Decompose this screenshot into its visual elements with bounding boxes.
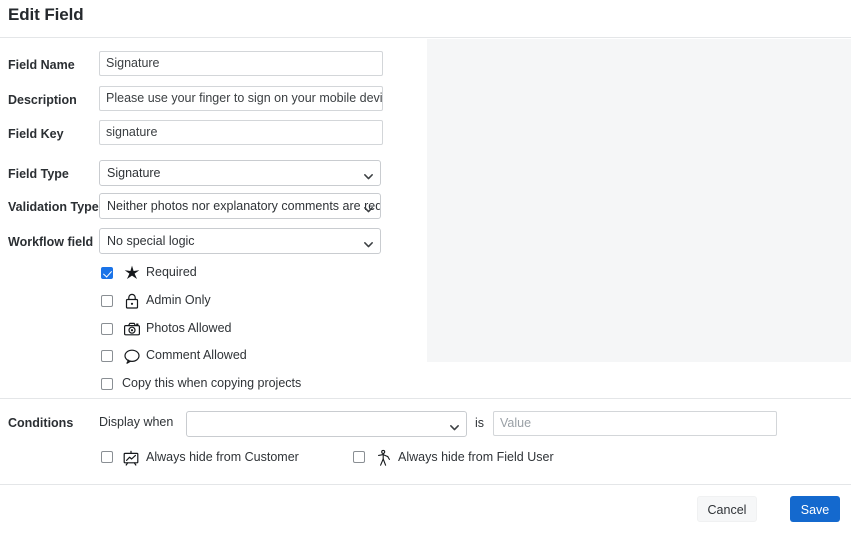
description-input[interactable]: Please use your finger to sign on your m… <box>99 86 383 111</box>
field-key-input[interactable]: signature <box>99 120 383 145</box>
comment-icon <box>122 346 142 366</box>
presentation-chart-icon <box>121 448 141 468</box>
label-field-type: Field Type <box>8 167 69 181</box>
page-title: Edit Field <box>8 5 84 24</box>
condition-is-label: is <box>475 416 485 430</box>
workflow-field-select[interactable]: No special logic <box>99 228 381 254</box>
worker-icon <box>373 448 393 468</box>
required-checkbox[interactable] <box>101 267 113 279</box>
hide-from-customer-label: Always hide from Customer <box>146 450 299 464</box>
checkbox-row-photos-allowed[interactable]: Photos Allowed <box>0 318 427 345</box>
admin-only-label: Admin Only <box>146 293 211 307</box>
camera-icon <box>122 319 142 339</box>
conditions-section: Conditions Display when is Value Always … <box>0 399 851 484</box>
admin-only-checkbox[interactable] <box>101 295 113 307</box>
form-row-validation-type: Validation Type Neither photos nor expla… <box>0 193 427 227</box>
checkbox-row-copy-projects[interactable]: Copy this when copying projects <box>0 373 427 400</box>
hide-from-field-user-checkbox[interactable] <box>353 451 365 463</box>
hide-from-customer-checkbox[interactable] <box>101 451 113 463</box>
field-type-select[interactable]: Signature <box>99 160 381 186</box>
edit-field-dialog: Edit Field Field Name Signature Descript… <box>0 0 851 542</box>
save-button[interactable]: Save <box>790 496 840 522</box>
photos-allowed-checkbox[interactable] <box>101 323 113 335</box>
comment-allowed-checkbox[interactable] <box>101 350 113 362</box>
validation-type-select[interactable]: Neither photos nor explanatory comments … <box>99 193 381 219</box>
form-row-field-name: Field Name Signature <box>0 51 427 85</box>
display-when-label: Display when <box>99 415 174 429</box>
label-field-name: Field Name <box>8 58 75 72</box>
condition-value-input[interactable]: Value <box>493 411 777 436</box>
lock-icon <box>122 291 142 311</box>
chevron-down-icon <box>363 239 373 248</box>
dialog-footer: Cancel Save <box>0 485 851 542</box>
label-description: Description <box>8 93 77 107</box>
workflow-field-value: No special logic <box>107 234 195 248</box>
photos-allowed-label: Photos Allowed <box>146 321 232 335</box>
hide-from-field-user-label: Always hide from Field User <box>398 450 554 464</box>
conditions-label: Conditions <box>8 416 74 430</box>
form-row-description: Description Please use your finger to si… <box>0 86 427 120</box>
checkbox-row-admin-only[interactable]: Admin Only <box>0 290 427 317</box>
label-validation-type: Validation Type <box>8 200 99 214</box>
star-icon <box>122 263 142 283</box>
form-row-field-key: Field Key signature <box>0 120 427 154</box>
field-form: Field Name Signature Description Please … <box>0 39 427 398</box>
copy-projects-checkbox[interactable] <box>101 378 113 390</box>
checkbox-row-comment-allowed[interactable]: Comment Allowed <box>0 345 427 372</box>
label-field-key: Field Key <box>8 127 64 141</box>
field-name-input[interactable]: Signature <box>99 51 383 76</box>
form-row-field-type: Field Type Signature <box>0 160 427 194</box>
validation-type-value: Neither photos nor explanatory comments … <box>107 199 381 213</box>
field-type-value: Signature <box>107 166 161 180</box>
checkbox-row-required[interactable]: Required <box>0 262 427 289</box>
chevron-down-icon <box>449 422 459 431</box>
display-when-select[interactable] <box>186 411 467 437</box>
label-workflow-field: Workflow field <box>8 235 94 249</box>
field-preview-panel <box>427 39 851 362</box>
copy-projects-label: Copy this when copying projects <box>122 376 302 390</box>
chevron-down-icon <box>363 171 373 180</box>
form-row-workflow-field: Workflow field No special logic <box>0 228 427 262</box>
dialog-header: Edit Field <box>0 0 851 38</box>
cancel-button[interactable]: Cancel <box>697 496 757 522</box>
comment-allowed-label: Comment Allowed <box>146 348 247 362</box>
required-label: Required <box>146 265 197 279</box>
